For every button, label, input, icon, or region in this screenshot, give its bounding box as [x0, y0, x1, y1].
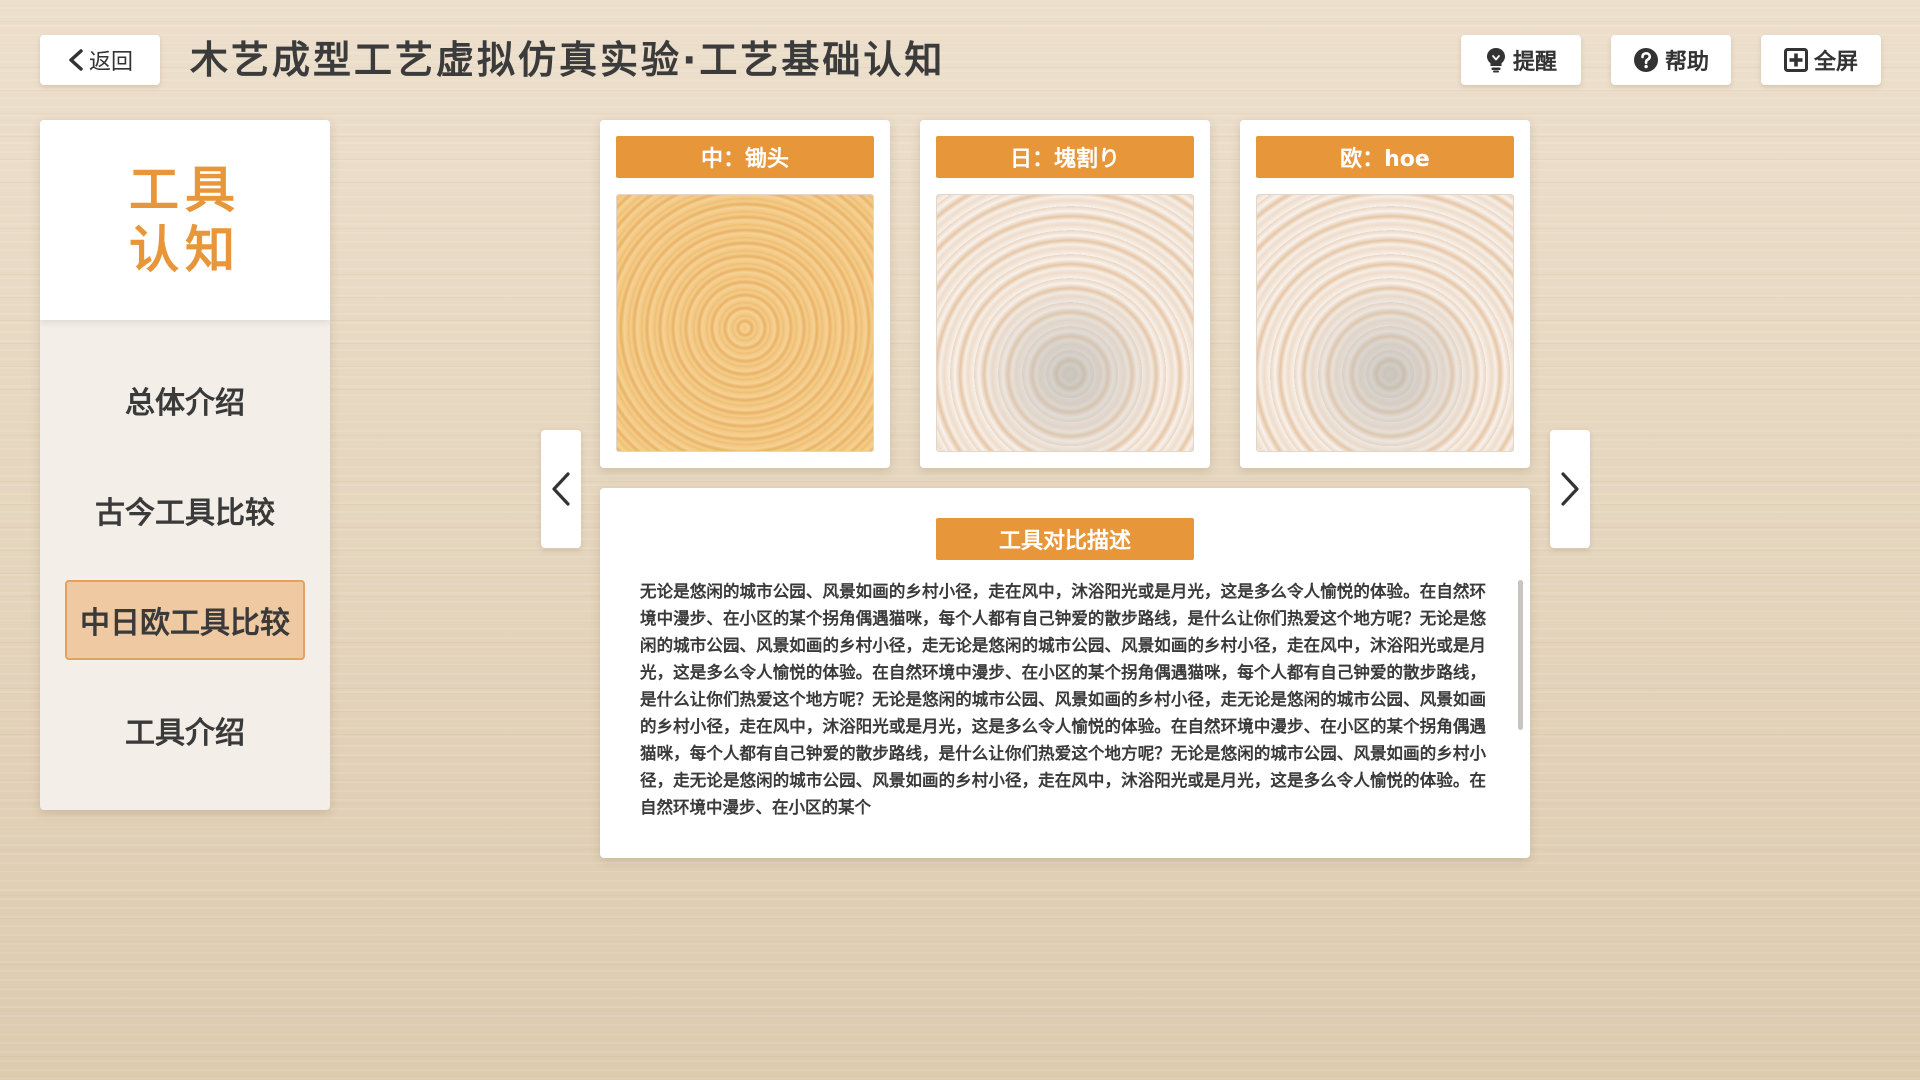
tool-card-europe[interactable]: 欧：hoe	[1240, 120, 1530, 468]
back-button-label: 返回	[88, 50, 133, 75]
chevron-right-icon	[1561, 472, 1579, 506]
back-button[interactable]: 返回	[40, 35, 160, 85]
fullscreen-button-label: 全屏	[1813, 50, 1858, 75]
remind-button-label: 提醒	[1512, 50, 1557, 75]
chevron-left-icon	[69, 49, 83, 71]
sidebar-heading-line2: 认知	[129, 221, 241, 279]
tool-card-label: 中：锄头	[616, 136, 874, 178]
tool-image-ceramic	[1256, 194, 1514, 452]
fullscreen-button[interactable]: 全屏	[1761, 35, 1881, 85]
description-text: 无论是悠闲的城市公园、风景如画的乡村小径，走在风中，沐浴阳光或是月光，这是多么令…	[640, 582, 1486, 817]
page-title: 木艺成型工艺虚拟仿真实验·工艺基础认知	[190, 38, 946, 82]
chevron-left-icon	[552, 472, 570, 506]
question-circle-icon	[1633, 47, 1659, 73]
tool-card-label: 欧：hoe	[1256, 136, 1514, 178]
tool-card-japan[interactable]: 日：塊割り	[920, 120, 1210, 468]
sidebar: 工具 认知 总体介绍 古今工具比较 中日欧工具比较 工具介绍	[40, 120, 330, 810]
description-panel: 工具对比描述 无论是悠闲的城市公园、风景如画的乡村小径，走在风中，沐浴阳光或是月…	[600, 488, 1530, 858]
sidebar-item-cn-jp-eu-compare[interactable]: 中日欧工具比较	[65, 580, 305, 660]
help-button[interactable]: 帮助	[1611, 35, 1731, 85]
description-scrollbar[interactable]	[1518, 580, 1523, 730]
next-button[interactable]	[1550, 430, 1590, 548]
sidebar-heading-line1: 工具	[129, 161, 241, 219]
tool-image-wood	[616, 194, 874, 452]
sidebar-heading: 工具 认知	[40, 120, 330, 320]
prev-button[interactable]	[541, 430, 581, 548]
description-title: 工具对比描述	[936, 518, 1194, 560]
sidebar-item-ancient-modern-compare[interactable]: 古今工具比较	[65, 470, 305, 550]
help-button-label: 帮助	[1664, 50, 1709, 75]
tool-card-label: 日：塊割り	[936, 136, 1194, 178]
sidebar-item-overview[interactable]: 总体介绍	[65, 360, 305, 440]
lightbulb-icon	[1485, 47, 1507, 73]
sidebar-item-tool-intro[interactable]: 工具介绍	[65, 690, 305, 770]
tool-card-china[interactable]: 中：锄头	[600, 120, 890, 468]
tool-image-ceramic	[936, 194, 1194, 452]
fullscreen-icon	[1783, 48, 1808, 72]
remind-button[interactable]: 提醒	[1461, 35, 1581, 85]
